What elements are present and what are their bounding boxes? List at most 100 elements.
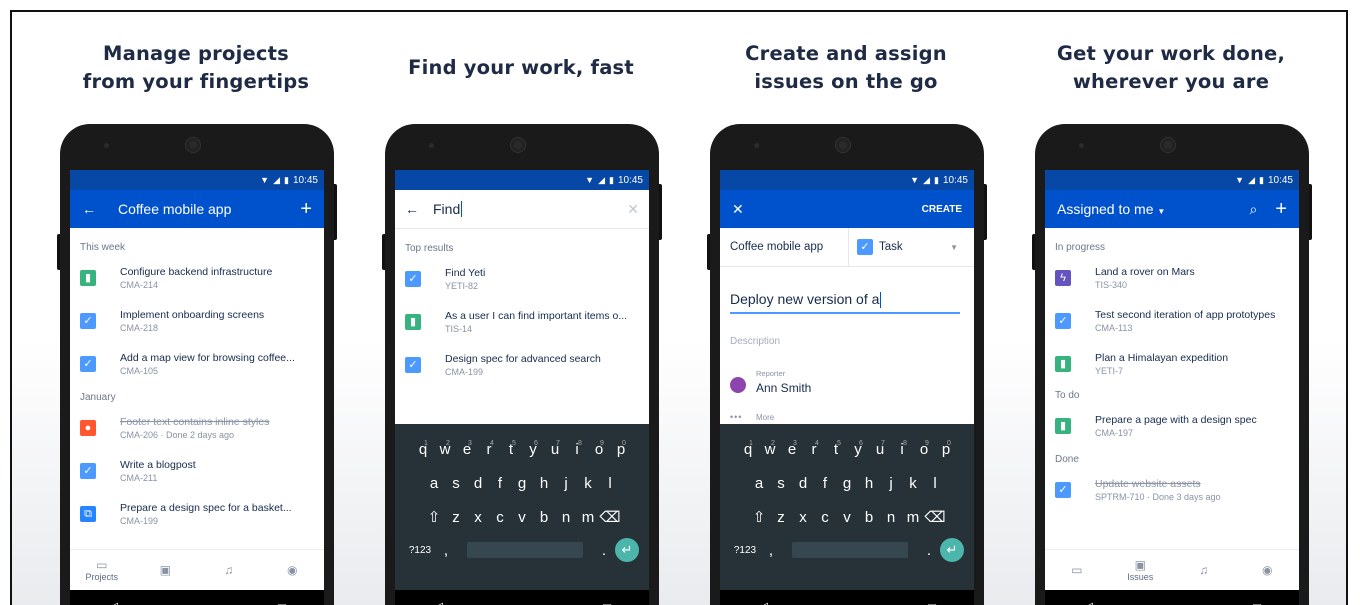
project-selector[interactable]: Coffee mobile app [720, 228, 849, 266]
key[interactable]: k [902, 464, 924, 498]
key[interactable]: f [814, 464, 836, 498]
recents-icon[interactable]: □ [1253, 600, 1261, 605]
key[interactable]: a [748, 464, 770, 498]
key[interactable]: 8i [566, 430, 588, 464]
key[interactable]: 9o [913, 430, 935, 464]
issue-type-selector[interactable]: ✓ Task ▼ [849, 228, 974, 266]
key[interactable]: c [814, 498, 836, 532]
key[interactable]: 4r [478, 430, 500, 464]
key[interactable]: k [577, 464, 599, 498]
nav-projects[interactable]: ▭ [1050, 563, 1104, 577]
list-item[interactable]: ✓ Add a map view for browsing coffee... … [70, 343, 324, 386]
period-key[interactable]: . [918, 533, 940, 567]
key[interactable]: v [511, 498, 533, 532]
back-icon[interactable]: ◁ [108, 599, 118, 605]
key[interactable]: m [577, 498, 599, 532]
key[interactable]: j [880, 464, 902, 498]
list-item[interactable]: ✓ Implement onboarding screens CMA-218 [70, 300, 324, 343]
list-item[interactable]: ● Footer text contains inline styles CMA… [70, 407, 324, 450]
search-input[interactable]: Find [433, 201, 460, 217]
key[interactable]: 2w [759, 430, 781, 464]
key[interactable]: 3e [781, 430, 803, 464]
key[interactable]: 8i [891, 430, 913, 464]
key[interactable]: c [489, 498, 511, 532]
add-icon[interactable]: + [1275, 198, 1287, 221]
symbols-key[interactable]: ?123 [730, 533, 760, 567]
key[interactable]: m [902, 498, 924, 532]
key[interactable]: z [770, 498, 792, 532]
space-bar[interactable] [467, 542, 583, 558]
key[interactable]: z [445, 498, 467, 532]
key[interactable]: j [555, 464, 577, 498]
key[interactable]: x [792, 498, 814, 532]
key[interactable]: 1q [412, 430, 434, 464]
key[interactable]: l [924, 464, 946, 498]
shift-key-icon[interactable]: ⇧ [748, 498, 770, 532]
nav-projects[interactable]: ▭ Projects [75, 558, 129, 583]
key[interactable]: 3e [456, 430, 478, 464]
description-field[interactable]: Description [730, 336, 964, 347]
list-item[interactable]: ▮ Prepare a page with a design spec CMA-… [1045, 405, 1299, 448]
period-key[interactable]: . [593, 533, 615, 567]
summary-field[interactable]: Deploy new version of a [730, 291, 960, 315]
home-icon[interactable]: ○ [519, 600, 527, 605]
key[interactable]: g [836, 464, 858, 498]
key[interactable]: b [533, 498, 555, 532]
key[interactable]: 7u [544, 430, 566, 464]
key[interactable]: 0p [935, 430, 957, 464]
key[interactable]: h [858, 464, 880, 498]
home-icon[interactable]: ○ [844, 600, 852, 605]
key[interactable]: d [467, 464, 489, 498]
key[interactable]: 4r [803, 430, 825, 464]
key[interactable]: d [792, 464, 814, 498]
key[interactable]: 5t [500, 430, 522, 464]
key[interactable]: 1q [737, 430, 759, 464]
shift-key-icon[interactable]: ⇧ [423, 498, 445, 532]
enter-key-icon[interactable]: ↵ [940, 538, 964, 562]
key[interactable]: s [770, 464, 792, 498]
create-button[interactable]: CREATE [922, 204, 962, 215]
recents-icon[interactable]: □ [603, 600, 611, 605]
home-icon[interactable]: ○ [194, 600, 202, 605]
nav-issues[interactable]: ▣ Issues [1113, 558, 1167, 583]
reporter-row[interactable]: Reporter Ann Smith [720, 365, 974, 405]
back-icon[interactable]: ◁ [1083, 599, 1093, 605]
space-bar[interactable] [792, 542, 908, 558]
key[interactable]: 2w [434, 430, 456, 464]
key[interactable]: a [423, 464, 445, 498]
symbols-key[interactable]: ?123 [405, 533, 435, 567]
list-item[interactable]: ⧉ Prepare a design spec for a basket... … [70, 493, 324, 536]
list-item[interactable]: ▮ As a user I can find important items o… [395, 301, 649, 344]
list-item[interactable]: ✓ Update website assets SPTRM-710 · Done… [1045, 469, 1299, 512]
list-item[interactable]: ✓ Design spec for advanced search CMA-19… [395, 344, 649, 387]
nav-profile[interactable]: ◉ [265, 563, 319, 577]
key[interactable]: 7u [869, 430, 891, 464]
clear-icon[interactable]: ✕ [627, 201, 639, 218]
backspace-key-icon[interactable]: ⌫ [924, 498, 946, 532]
home-icon[interactable]: ○ [1169, 600, 1177, 605]
list-item[interactable]: ▮ Configure backend infrastructure CMA-2… [70, 257, 324, 300]
backspace-key-icon[interactable]: ⌫ [599, 498, 621, 532]
key[interactable]: b [858, 498, 880, 532]
nav-notifications[interactable]: ♫ [202, 563, 256, 577]
key[interactable]: g [511, 464, 533, 498]
list-item[interactable]: ✓ Find Yeti YETI-82 [395, 258, 649, 301]
close-icon[interactable]: ✕ [732, 201, 744, 218]
list-item[interactable]: ϟ Land a rover on Mars TIS-340 [1045, 257, 1299, 300]
back-icon[interactable]: ◁ [758, 599, 768, 605]
key[interactable]: 9o [588, 430, 610, 464]
list-item[interactable]: ✓ Write a blogpost CMA-211 [70, 450, 324, 493]
nav-notifications[interactable]: ♫ [1177, 563, 1231, 577]
key[interactable]: n [555, 498, 577, 532]
key[interactable]: n [880, 498, 902, 532]
recents-icon[interactable]: □ [928, 600, 936, 605]
search-icon[interactable]: ⌕ [1249, 201, 1257, 218]
key[interactable]: l [599, 464, 621, 498]
back-icon[interactable]: ◁ [433, 599, 443, 605]
recents-icon[interactable]: □ [278, 600, 286, 605]
key[interactable]: 0p [610, 430, 632, 464]
nav-profile[interactable]: ◉ [1240, 563, 1294, 577]
back-arrow-icon[interactable]: ← [82, 201, 96, 217]
enter-key-icon[interactable]: ↵ [615, 538, 639, 562]
comma-key[interactable]: , [760, 533, 782, 567]
